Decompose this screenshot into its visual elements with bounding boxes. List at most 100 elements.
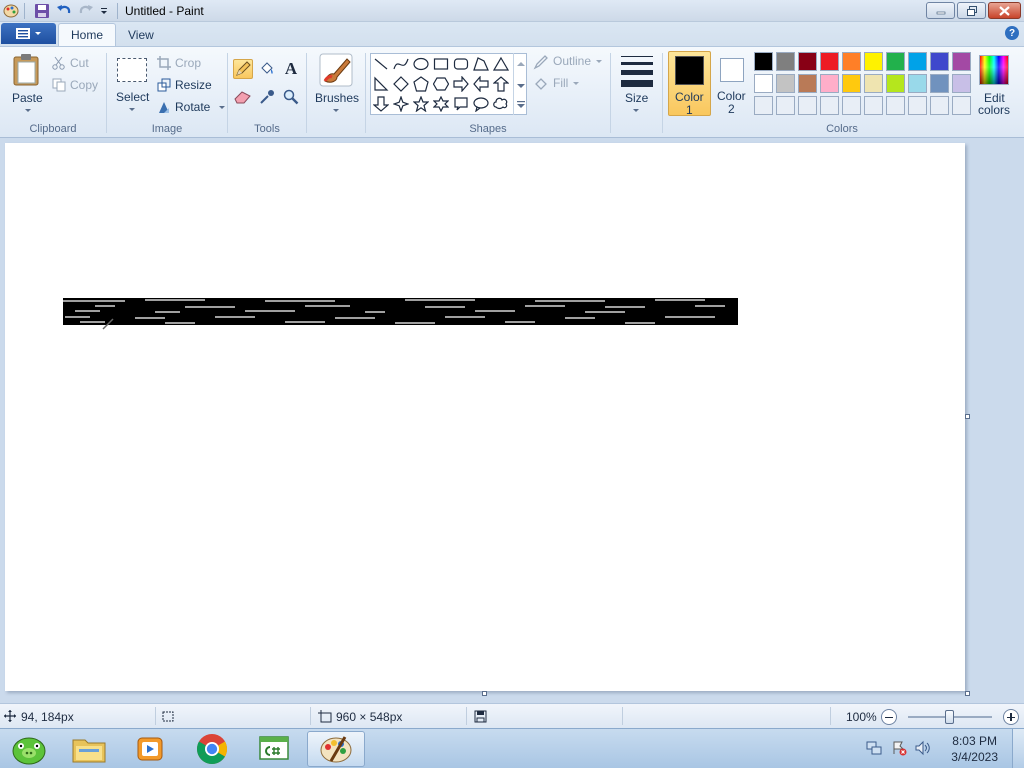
- rounded-rectangle-shape[interactable]: [452, 55, 470, 73]
- down-arrow-shape[interactable]: [372, 95, 390, 113]
- resize-handle-corner[interactable]: [965, 691, 970, 696]
- ribbon-divider: [610, 53, 611, 133]
- image-group: Select Crop Resize Rotate Image: [107, 49, 227, 137]
- zoom-out-button[interactable]: [881, 709, 897, 725]
- tab-home[interactable]: Home: [58, 23, 117, 46]
- select-button[interactable]: Select: [113, 53, 151, 115]
- ribbon-divider: [306, 53, 307, 133]
- zoom-in-button[interactable]: [1003, 709, 1019, 725]
- drawing-canvas[interactable]: [5, 143, 965, 691]
- tools-group: A Tools: [228, 49, 306, 137]
- right-triangle-shape[interactable]: [372, 75, 390, 93]
- file-size-icon: [474, 710, 487, 723]
- four-point-star-shape[interactable]: [392, 95, 410, 113]
- diamond-shape[interactable]: [392, 75, 410, 93]
- copy-label: Copy: [70, 78, 99, 92]
- pentagon-shape[interactable]: [412, 75, 430, 93]
- canvas-size: 960 × 548px: [336, 710, 403, 724]
- file-explorer-icon[interactable]: [60, 731, 118, 767]
- chrome-icon[interactable]: [183, 731, 241, 767]
- media-player-icon[interactable]: [121, 731, 179, 767]
- rectangle-shape[interactable]: [432, 55, 450, 73]
- fill-tool[interactable]: [257, 59, 277, 79]
- brushes-button[interactable]: Brushes: [310, 51, 362, 117]
- canvas-area[interactable]: [0, 138, 1024, 703]
- customize-qat-dropdown[interactable]: [99, 2, 109, 20]
- rotate-label: Rotate: [175, 100, 211, 114]
- resize-handle-right[interactable]: [965, 414, 970, 419]
- show-desktop-button[interactable]: [1012, 729, 1024, 768]
- help-icon[interactable]: ?: [1005, 26, 1019, 40]
- chevron-down-icon: [35, 32, 41, 35]
- six-point-star-shape[interactable]: [432, 95, 450, 113]
- paint-taskbar-icon[interactable]: [307, 731, 365, 767]
- oval-callout-shape[interactable]: [472, 95, 490, 113]
- fill-dropdown[interactable]: Fill: [533, 76, 583, 92]
- rotate-button[interactable]: Rotate: [157, 100, 225, 116]
- colors-group: Colors: [666, 49, 1018, 137]
- resize-handle-bottom[interactable]: [482, 691, 487, 696]
- size-button[interactable]: Size: [614, 51, 658, 117]
- chevron-down-icon: [596, 60, 602, 63]
- volume-icon[interactable]: [914, 740, 930, 756]
- maximize-button[interactable]: [957, 2, 986, 19]
- triangle-shape[interactable]: [492, 55, 510, 73]
- tab-view[interactable]: View: [116, 23, 166, 46]
- crop-icon: [157, 56, 171, 70]
- pencil-tool[interactable]: [233, 59, 253, 79]
- status-divider: [622, 707, 623, 725]
- curve-shape[interactable]: [392, 55, 410, 73]
- redo-icon[interactable]: [78, 2, 94, 20]
- zoom-slider-thumb[interactable]: [945, 710, 954, 724]
- line-shape[interactable]: [372, 55, 390, 73]
- pencil-icon: [236, 61, 251, 76]
- cloud-callout-shape[interactable]: [492, 95, 510, 113]
- magnifier-tool[interactable]: [281, 87, 301, 107]
- paint-menu-button[interactable]: [1, 23, 56, 44]
- clipboard-group-label: Clipboard: [29, 123, 77, 135]
- oval-shape[interactable]: [412, 55, 430, 73]
- rotate-icon: [159, 102, 169, 113]
- csharp-editor-icon[interactable]: [245, 731, 303, 767]
- eraser-tool[interactable]: [233, 87, 253, 107]
- color-picker-tool[interactable]: [257, 87, 277, 107]
- action-center-icon[interactable]: [891, 740, 907, 756]
- paste-button[interactable]: Paste: [8, 51, 48, 113]
- crop-button[interactable]: Crop: [157, 56, 217, 72]
- save-icon[interactable]: [34, 2, 50, 20]
- select-rectangle-icon: [117, 58, 147, 82]
- chevron-down-icon: [129, 108, 135, 111]
- left-arrow-shape[interactable]: [472, 75, 490, 93]
- outline-dropdown[interactable]: Outline: [533, 54, 605, 70]
- cut-button[interactable]: Cut: [52, 56, 102, 72]
- canvas-size-icon: [318, 710, 332, 723]
- select-label: Select: [116, 90, 150, 104]
- system-clock[interactable]: 8:03 PM 3/4/2023: [951, 733, 998, 765]
- close-button[interactable]: [988, 2, 1021, 19]
- cursor-position-icon: [4, 710, 16, 722]
- rounded-callout-shape[interactable]: [452, 95, 470, 113]
- copy-button[interactable]: Copy: [52, 78, 102, 94]
- text-icon: A: [284, 59, 298, 78]
- undo-icon[interactable]: [56, 2, 72, 20]
- text-tool[interactable]: A: [281, 59, 301, 79]
- right-arrow-shape[interactable]: [452, 75, 470, 93]
- angry-birds-icon[interactable]: [0, 731, 58, 767]
- clock-date: 3/4/2023: [951, 750, 998, 764]
- chevron-down-icon: [333, 109, 339, 112]
- minimize-button[interactable]: [926, 2, 955, 19]
- shapes-scrollbar[interactable]: [513, 53, 527, 115]
- hexagon-shape[interactable]: [432, 75, 450, 93]
- network-icon[interactable]: [866, 740, 882, 756]
- brushes-label: Brushes: [315, 91, 360, 105]
- copy-icon: [52, 78, 66, 92]
- up-arrow-shape[interactable]: [492, 75, 510, 93]
- clock-time: 8:03 PM: [952, 734, 997, 748]
- five-point-star-shape[interactable]: [412, 95, 430, 113]
- polygon-shape[interactable]: [472, 55, 490, 73]
- expand-gallery-icon: [517, 101, 525, 108]
- paint-app-icon[interactable]: [3, 2, 19, 20]
- resize-button[interactable]: Resize: [157, 78, 217, 94]
- ribbon: Paste Cut Copy Clipboard Select Crop Res…: [0, 46, 1024, 138]
- ribbon-divider: [662, 53, 663, 133]
